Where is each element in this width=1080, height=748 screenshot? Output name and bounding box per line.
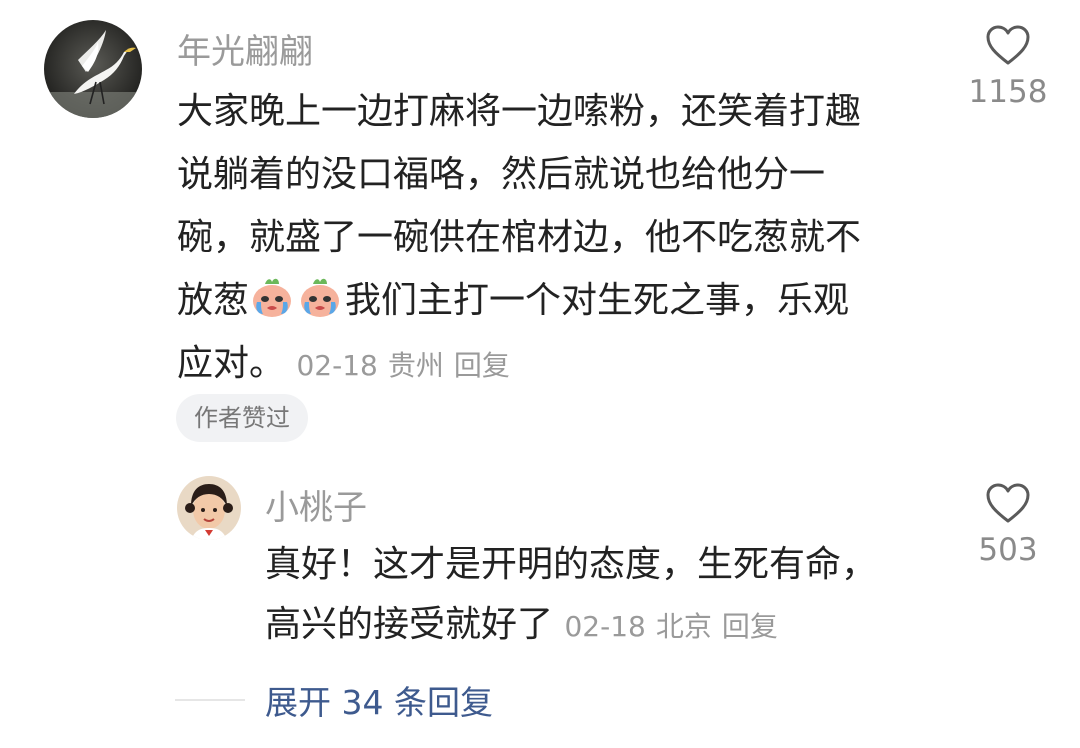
comment-text: 大家晚上一边打麻将一边嗦粉，还笑着打趣 说躺着的没口福咯，然后就说也给他分一 碗… (177, 80, 861, 397)
crying-face-icon (297, 274, 343, 320)
expand-replies-button[interactable]: 展开 34 条回复 (175, 676, 493, 724)
reply-date: 02-18 (564, 610, 646, 643)
comment-line-5: 应对。 02-18 贵州 回复 (177, 332, 861, 397)
divider (175, 699, 245, 701)
username[interactable]: 年光翩翩 (177, 24, 313, 73)
comment-line-2: 说躺着的没口福咯，然后就说也给他分一 (177, 154, 826, 195)
reply-line-1: 真好！这才是开明的态度，生死有命， (265, 544, 878, 585)
user-avatar[interactable] (44, 20, 142, 118)
comment-line-3: 碗，就盛了一碗供在棺材边，他不吃葱就不 (177, 217, 862, 258)
expand-replies-label: 展开 34 条回复 (265, 683, 493, 722)
comment-line-1: 大家晚上一边打麻将一边嗦粉，还笑着打趣 (177, 91, 862, 132)
comment-thread: 年光翩翩 大家晚上一边打麻将一边嗦粉，还笑着打趣 说躺着的没口福咯，然后就说也给… (0, 0, 1080, 748)
reply-reply-button[interactable]: 回复 (722, 610, 778, 643)
egret-photo-icon (44, 20, 142, 118)
like-count: 1158 (968, 74, 1048, 110)
comment-line-4-rest: 我们主打一个对生死之事，乐观 (345, 280, 850, 321)
reply-line-2-text: 高兴的接受就好了 (265, 604, 554, 645)
girl-portrait-icon (177, 476, 241, 540)
reply-text: 真好！这才是开明的态度，生死有命， 高兴的接受就好了 02-18 北京 回复 (265, 535, 877, 657)
comment-meta: 02-18 贵州 回复 (296, 349, 519, 382)
comment-date: 02-18 (296, 349, 378, 382)
reply-user-avatar[interactable] (177, 476, 241, 540)
comment-line-5-text: 应对。 (177, 343, 286, 384)
reply-like-count: 503 (978, 532, 1038, 568)
comment-line-4: 放葱 我们主打一个对生死之事，乐观 (177, 269, 861, 332)
crying-face-icon (249, 274, 295, 320)
like-button[interactable]: 1158 (948, 24, 1068, 110)
comment-location: 贵州 (387, 349, 444, 382)
heart-outline-icon (986, 483, 1030, 523)
reply-button[interactable]: 回复 (454, 349, 510, 382)
reply-username[interactable]: 小桃子 (265, 480, 367, 529)
comment-line-4-lead: 放葱 (177, 280, 250, 321)
author-liked-badge: 作者赞过 (176, 394, 308, 442)
heart-outline-icon (986, 25, 1030, 65)
reply-line-2: 高兴的接受就好了 02-18 北京 回复 (265, 595, 877, 657)
reply-meta: 02-18 北京 回复 (564, 610, 787, 643)
reply-like-button[interactable]: 503 (948, 482, 1068, 568)
reply-location: 北京 (655, 610, 712, 643)
